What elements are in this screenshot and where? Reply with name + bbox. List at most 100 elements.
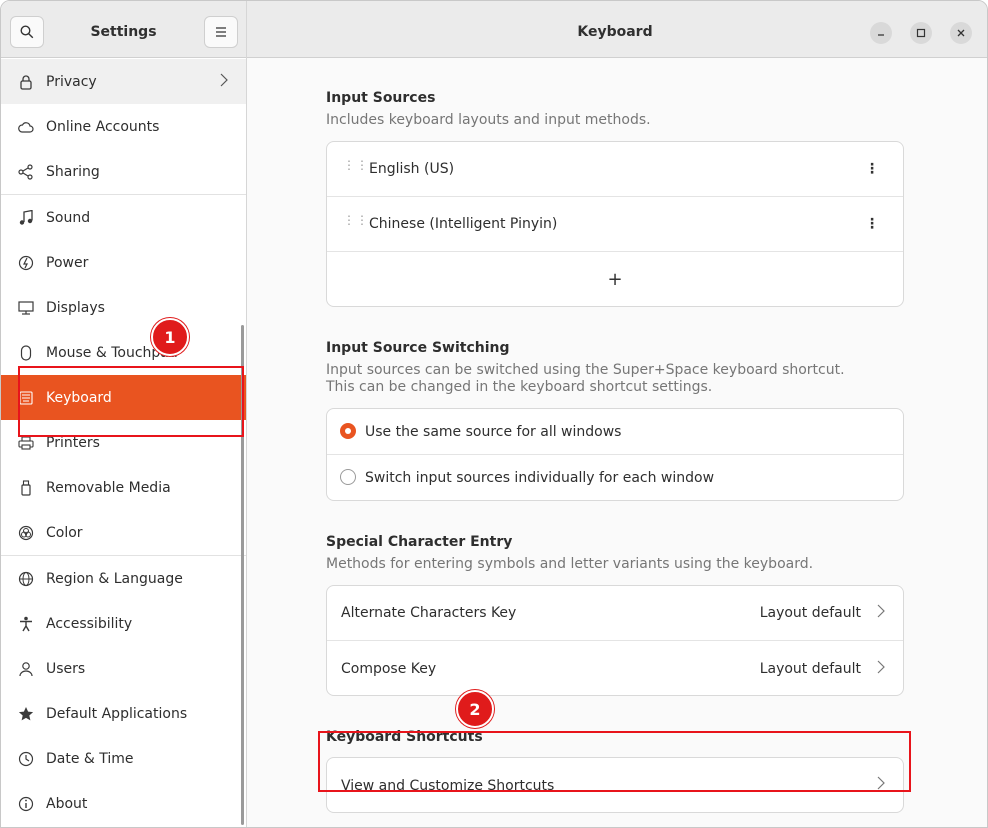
radio-label: Use the same source for all windows [365, 423, 622, 440]
usb-icon [18, 479, 34, 496]
maximize-button[interactable] [910, 22, 932, 44]
input-sources-list: ⋮⋮ English (US) ⋮ ⋮⋮ Chinese (Intelligen… [326, 141, 904, 307]
sidebar-item-sharing[interactable]: Sharing [1, 149, 246, 194]
chevron-right-icon [220, 73, 228, 91]
sidebar-item-label: Default Applications [46, 705, 188, 722]
sidebar-item-privacy[interactable]: Privacy [1, 59, 246, 104]
plus-icon: + [607, 269, 623, 290]
radio-label: Switch input sources individually for ea… [365, 470, 715, 486]
sidebar-item-label: Sharing [46, 163, 100, 180]
sidebar-header: Settings [1, 1, 246, 58]
printer-icon [18, 435, 34, 451]
sidebar-item-users[interactable]: Users [1, 646, 246, 691]
drag-handle-icon[interactable]: ⋮⋮ [343, 214, 369, 226]
chevron-right-icon [877, 776, 885, 794]
sidebar-item-label: Keyboard [46, 389, 112, 406]
more-options-icon[interactable]: ⋮ [865, 161, 879, 177]
switching-title: Input Source Switching [326, 340, 510, 356]
row-value: Layout default [759, 605, 861, 621]
main-content: Input Sources Includes keyboard layouts … [247, 59, 987, 827]
sidebar-item-label: Privacy [46, 73, 97, 90]
input-source-label: Chinese (Intelligent Pinyin) [369, 216, 558, 232]
close-icon [957, 29, 965, 37]
input-source-row[interactable]: ⋮⋮ Chinese (Intelligent Pinyin) ⋮ [327, 197, 903, 252]
sidebar-item-label: Users [46, 660, 86, 677]
hamburger-icon [216, 27, 226, 37]
drag-handle-icon[interactable]: ⋮⋮ [343, 159, 369, 171]
sidebar-item-mouse-touchpad[interactable]: Mouse & Touchpad [1, 330, 246, 375]
sidebar-item-displays[interactable]: Displays [1, 285, 246, 330]
chevron-right-icon [877, 660, 885, 678]
sidebar-item-label: Online Accounts [46, 118, 160, 135]
sidebar-item-accessibility[interactable]: Accessibility [1, 601, 246, 646]
sidebar-item-label: Displays [46, 299, 105, 316]
sidebar-item-label: Date & Time [46, 750, 134, 767]
star-icon [18, 706, 34, 722]
sidebar-item-removable-media[interactable]: Removable Media [1, 465, 246, 510]
keyboard-shortcuts-list: View and Customize Shortcuts [326, 757, 904, 813]
input-sources-title: Input Sources [326, 90, 436, 106]
radio-option-same-source[interactable]: Use the same source for all windows [327, 409, 903, 455]
sidebar-item-label: Color [46, 524, 83, 541]
keyboard-shortcuts-title: Keyboard Shortcuts [326, 729, 483, 745]
sidebar-item-date-time[interactable]: Date & Time [1, 736, 246, 781]
special-character-description: Methods for entering symbols and letter … [326, 556, 814, 572]
sidebar-item-power[interactable]: Power [1, 240, 246, 285]
radio-option-individual[interactable]: Switch input sources individually for ea… [327, 455, 903, 500]
globe-icon [18, 571, 34, 587]
radio-button-selected[interactable] [340, 423, 356, 439]
input-source-label: English (US) [369, 161, 455, 177]
share-icon [18, 163, 34, 180]
special-character-list: Alternate Characters Key Layout default … [326, 585, 904, 696]
users-icon [18, 661, 34, 677]
sidebar-nav: Privacy Online Accounts Sharing Sound Po… [1, 59, 246, 826]
sidebar-item-label: Printers [46, 434, 100, 451]
sidebar-item-label: Region & Language [46, 570, 183, 587]
radio-button[interactable] [340, 469, 356, 485]
sidebar-scrollbar[interactable] [241, 325, 244, 825]
sidebar: Settings Privacy Online Accounts Sharing [1, 1, 247, 827]
sidebar-item-region-language[interactable]: Region & Language [1, 556, 246, 601]
sidebar-item-online-accounts[interactable]: Online Accounts [1, 104, 246, 149]
sidebar-item-label: Power [46, 254, 89, 271]
row-value: Layout default [759, 660, 861, 677]
row-label: View and Customize Shortcuts [341, 778, 555, 794]
power-icon [18, 255, 34, 271]
alternate-characters-key-row[interactable]: Alternate Characters Key Layout default [327, 586, 903, 641]
annotation-step-2: 2 [456, 690, 494, 728]
switching-description-1: Input sources can be switched using the … [326, 362, 845, 378]
close-button[interactable] [950, 22, 972, 44]
cloud-icon [18, 119, 34, 135]
sidebar-item-label: Accessibility [46, 615, 133, 632]
row-label: Compose Key [341, 660, 437, 677]
annotation-step-1: 1 [151, 318, 189, 356]
settings-window: Settings Privacy Online Accounts Sharing [0, 0, 988, 828]
view-customize-shortcuts-row[interactable]: View and Customize Shortcuts [327, 758, 903, 812]
compose-key-row[interactable]: Compose Key Layout default [327, 641, 903, 695]
lock-icon [18, 74, 34, 90]
mouse-icon [18, 344, 34, 361]
input-sources-description: Includes keyboard layouts and input meth… [326, 112, 651, 128]
special-character-title: Special Character Entry [326, 534, 513, 550]
sidebar-item-default-applications[interactable]: Default Applications [1, 691, 246, 736]
minimize-icon [878, 34, 884, 36]
keyboard-icon [18, 390, 34, 406]
chevron-right-icon [877, 604, 885, 622]
search-button[interactable] [10, 16, 44, 48]
menu-button[interactable] [204, 16, 238, 48]
more-options-icon[interactable]: ⋮ [865, 216, 879, 232]
sidebar-item-label: About [46, 795, 88, 812]
minimize-button[interactable] [870, 22, 892, 44]
sidebar-item-keyboard[interactable]: Keyboard [1, 375, 246, 420]
sidebar-item-label: Sound [46, 209, 91, 226]
music-note-icon [18, 209, 34, 226]
sidebar-item-printers[interactable]: Printers [1, 420, 246, 465]
sidebar-item-about[interactable]: About [1, 781, 246, 826]
add-input-source-button[interactable]: + [327, 252, 903, 306]
sidebar-item-sound[interactable]: Sound [1, 195, 246, 240]
sidebar-item-color[interactable]: Color [1, 510, 246, 555]
main-header: Keyboard [247, 1, 987, 58]
accessibility-icon [18, 616, 34, 632]
display-icon [18, 300, 34, 316]
input-source-row[interactable]: ⋮⋮ English (US) ⋮ [327, 142, 903, 197]
